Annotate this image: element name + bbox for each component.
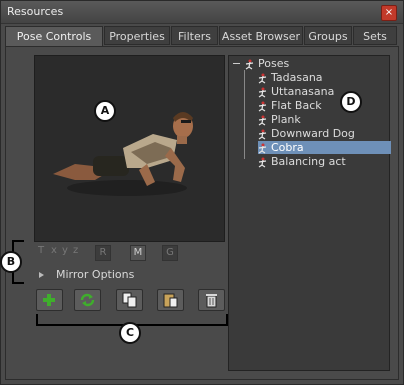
tab-bar: Pose Controls Properties Filters Asset B… — [5, 26, 399, 47]
tree-item-label: Tadasana — [271, 71, 323, 84]
tree-connector — [244, 70, 245, 159]
tree-item-label: Cobra — [271, 141, 304, 154]
pose-controls-panel: A T x y z R M G B Mirror Options C Poses… — [0, 46, 399, 380]
tree-item-downward-dog[interactable]: Downward Dog — [258, 127, 355, 140]
mirror-options-label: Mirror Options — [56, 268, 135, 281]
transform-toggle-row: T x y z R M G — [38, 245, 218, 261]
expand-triangle-icon — [39, 272, 44, 278]
pose-figure-icon — [258, 115, 267, 125]
tree-item-label: Downward Dog — [271, 127, 355, 140]
pose-figure-icon — [258, 157, 267, 167]
tree-item-balancing-act[interactable]: Balancing act — [258, 155, 346, 168]
tree-root-label: Poses — [258, 57, 290, 70]
tree-item-uttanasana[interactable]: Uttanasana — [258, 85, 334, 98]
mirror-toggle[interactable]: M — [130, 245, 146, 261]
delete-icon — [206, 294, 217, 308]
tree-item-flat-back[interactable]: Flat Back — [258, 99, 322, 112]
paste-pose-button[interactable] — [157, 289, 184, 311]
refresh-icon — [80, 293, 95, 307]
tree-item-plank[interactable]: Plank — [258, 113, 301, 126]
tree-item-label: Flat Back — [271, 99, 322, 112]
tree-item-cobra[interactable]: Cobra — [258, 141, 391, 154]
copy-pose-button[interactable] — [116, 289, 143, 311]
tree-item-label: Plank — [271, 113, 301, 126]
rotate-toggle[interactable]: R — [95, 245, 111, 261]
add-icon — [43, 294, 55, 306]
pose-figure-icon — [258, 73, 267, 83]
tree-item-tadasana[interactable]: Tadasana — [258, 71, 323, 84]
callout-a: A — [94, 100, 116, 122]
close-button[interactable]: × — [381, 5, 397, 21]
pose-figure-icon — [245, 59, 254, 69]
tree-item-label: Uttanasana — [271, 85, 335, 98]
title-bar[interactable]: Resources × — [1, 1, 403, 24]
translate-toggle[interactable]: T — [38, 245, 44, 256]
collapse-icon[interactable] — [233, 63, 240, 64]
copy-icon — [122, 292, 137, 308]
tree-item-label: Balancing act — [271, 155, 346, 168]
resources-window: Resources × Pose Controls Properties Fil… — [0, 0, 404, 385]
callout-c: C — [119, 322, 141, 344]
figure-preview-image — [53, 112, 193, 196]
z-axis-toggle[interactable]: z — [73, 245, 78, 256]
tab-groups[interactable]: Groups — [304, 26, 352, 45]
tab-sets[interactable]: Sets — [353, 26, 397, 45]
callout-b: B — [0, 251, 22, 273]
paste-icon — [163, 293, 178, 308]
tab-properties[interactable]: Properties — [104, 26, 170, 45]
mirror-options-expander[interactable]: Mirror Options — [39, 268, 134, 281]
tree-root-poses[interactable]: Poses — [245, 57, 289, 70]
global-toggle[interactable]: G — [162, 245, 178, 261]
callout-d: D — [340, 91, 362, 113]
refresh-pose-button[interactable] — [74, 289, 101, 311]
tab-filters[interactable]: Filters — [171, 26, 218, 45]
pose-figure-icon — [258, 101, 267, 111]
pose-figure-icon — [258, 87, 267, 97]
pose-figure-icon — [258, 143, 267, 153]
poses-tree[interactable]: Poses Tadasana Uttanasana Flat Back Plan… — [228, 55, 391, 371]
x-axis-toggle[interactable]: x — [51, 245, 57, 256]
pose-figure-icon — [258, 129, 267, 139]
delete-pose-button[interactable] — [198, 289, 225, 311]
tab-pose-controls[interactable]: Pose Controls — [5, 26, 103, 47]
add-pose-button[interactable] — [36, 289, 63, 311]
tab-asset-browser[interactable]: Asset Browser — [219, 26, 303, 45]
preview-viewport[interactable] — [34, 55, 225, 242]
y-axis-toggle[interactable]: y — [62, 245, 68, 256]
window-title: Resources — [7, 5, 64, 18]
